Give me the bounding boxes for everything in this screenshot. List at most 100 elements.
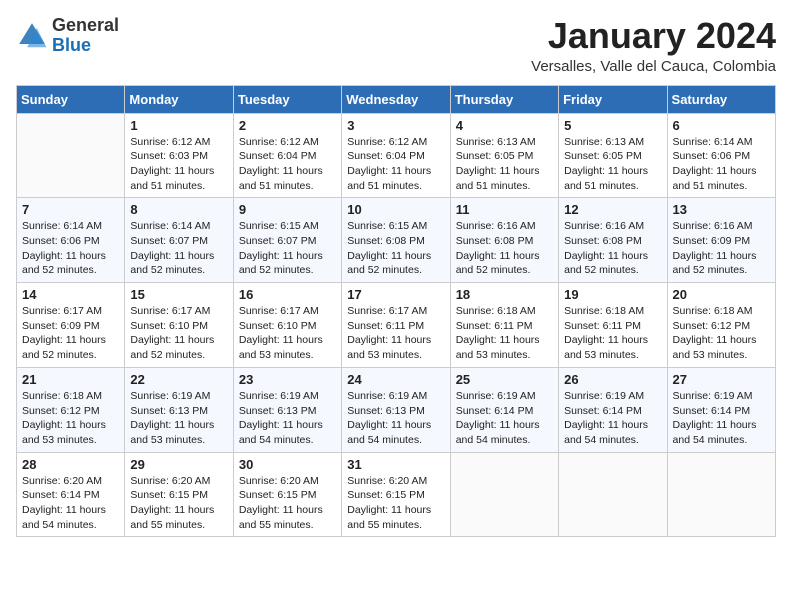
day-info: Sunrise: 6:13 AMSunset: 6:05 PMDaylight:… — [456, 135, 553, 194]
day-number: 17 — [347, 287, 444, 302]
calendar-day-cell — [667, 452, 775, 537]
calendar-day-cell: 16Sunrise: 6:17 AMSunset: 6:10 PMDayligh… — [233, 283, 341, 368]
day-info: Sunrise: 6:18 AMSunset: 6:11 PMDaylight:… — [564, 304, 661, 363]
day-info: Sunrise: 6:20 AMSunset: 6:15 PMDaylight:… — [347, 474, 444, 533]
calendar-day-cell: 5Sunrise: 6:13 AMSunset: 6:05 PMDaylight… — [559, 113, 667, 198]
day-info: Sunrise: 6:14 AMSunset: 6:06 PMDaylight:… — [673, 135, 770, 194]
day-number: 16 — [239, 287, 336, 302]
day-number: 24 — [347, 372, 444, 387]
day-info: Sunrise: 6:19 AMSunset: 6:13 PMDaylight:… — [347, 389, 444, 448]
day-info: Sunrise: 6:15 AMSunset: 6:08 PMDaylight:… — [347, 219, 444, 278]
calendar-day-cell: 29Sunrise: 6:20 AMSunset: 6:15 PMDayligh… — [125, 452, 233, 537]
calendar-day-cell: 14 Sunrise: 6:17 AMSunset: 6:09 PMDayligh… — [17, 283, 125, 368]
day-number: 14 — [22, 287, 119, 302]
calendar-day-cell: 31 Sunrise: 6:20 AMSunset: 6:15 PMDayligh… — [342, 452, 450, 537]
day-info: Sunrise: 6:12 AMSunset: 6:03 PMDaylight:… — [130, 135, 227, 194]
day-number: 25 — [456, 372, 553, 387]
day-number: 4 — [456, 118, 553, 133]
day-number: 13 — [673, 202, 770, 217]
day-number: 8 — [130, 202, 227, 217]
day-number: 29 — [130, 457, 227, 472]
day-number: 15 — [130, 287, 227, 302]
day-number: 7 — [22, 202, 119, 217]
weekday-header-cell: Sunday — [17, 85, 125, 113]
calendar-day-cell: 9 Sunrise: 6:15 AMSunset: 6:07 PMDaylight… — [233, 198, 341, 283]
weekday-header-cell: Tuesday — [233, 85, 341, 113]
day-info: Sunrise: 6:20 AMSunset: 6:15 PMDaylight:… — [239, 474, 336, 533]
calendar-week-row: 28Sunrise: 6:20 AMSunset: 6:14 PMDayligh… — [17, 452, 776, 537]
day-info: Sunrise: 6:19 AMSunset: 6:13 PMDaylight:… — [130, 389, 227, 448]
day-info: Sunrise: 6:16 AMSunset: 6:08 PMDaylight:… — [564, 219, 661, 278]
day-number: 1 — [130, 118, 227, 133]
calendar-day-cell: 15 Sunrise: 6:17 AMSunset: 6:10 PMDayligh… — [125, 283, 233, 368]
calendar-day-cell: 22 Sunrise: 6:19 AMSunset: 6:13 PMDayligh… — [125, 367, 233, 452]
day-info: Sunrise: 6:17 AMSunset: 6:11 PMDaylight:… — [347, 304, 444, 363]
day-info: Sunrise: 6:16 AMSunset: 6:09 PMDaylight:… — [673, 219, 770, 278]
day-number: 9 — [239, 202, 336, 217]
day-number: 31 — [347, 457, 444, 472]
day-info: Sunrise: 6:17 AMSunset: 6:10 PMDaylight:… — [130, 304, 227, 363]
day-number: 12 — [564, 202, 661, 217]
day-number: 5 — [564, 118, 661, 133]
day-number: 20 — [673, 287, 770, 302]
day-info: Sunrise: 6:18 AMSunset: 6:12 PMDaylight:… — [673, 304, 770, 363]
calendar-day-cell: 2Sunrise: 6:12 AMSunset: 6:04 PMDaylight… — [233, 113, 341, 198]
calendar-title: January 2024 — [531, 16, 776, 56]
calendar-day-cell — [559, 452, 667, 537]
day-number: 11 — [456, 202, 553, 217]
day-number: 10 — [347, 202, 444, 217]
day-info: Sunrise: 6:19 AMSunset: 6:14 PMDaylight:… — [564, 389, 661, 448]
page-header: General Blue January 2024 Versalles, Val… — [16, 16, 776, 75]
title-block: January 2024 Versalles, Valle del Cauca,… — [531, 16, 776, 75]
day-number: 22 — [130, 372, 227, 387]
calendar-day-cell: 26 Sunrise: 6:19 AMSunset: 6:14 PMDayligh… — [559, 367, 667, 452]
calendar-day-cell: 1 Sunrise: 6:12 AMSunset: 6:03 PMDaylight… — [125, 113, 233, 198]
day-info: Sunrise: 6:17 AMSunset: 6:09 PMDaylight:… — [22, 304, 119, 363]
day-info: Sunrise: 6:12 AMSunset: 6:04 PMDaylight:… — [347, 135, 444, 194]
logo-general-text: General — [52, 16, 119, 36]
calendar-day-cell: 11 Sunrise: 6:16 AMSunset: 6:08 PMDayligh… — [450, 198, 558, 283]
day-info: Sunrise: 6:16 AMSunset: 6:08 PMDaylight:… — [456, 219, 553, 278]
calendar-day-cell: 7Sunrise: 6:14 AMSunset: 6:06 PMDaylight… — [17, 198, 125, 283]
calendar-day-cell — [450, 452, 558, 537]
day-info: Sunrise: 6:20 AMSunset: 6:14 PMDaylight:… — [22, 474, 119, 533]
weekday-header-cell: Thursday — [450, 85, 558, 113]
calendar-day-cell: 20 Sunrise: 6:18 AMSunset: 6:12 PMDayligh… — [667, 283, 775, 368]
calendar-day-cell: 28Sunrise: 6:20 AMSunset: 6:14 PMDayligh… — [17, 452, 125, 537]
weekday-header-cell: Saturday — [667, 85, 775, 113]
day-number: 21 — [22, 372, 119, 387]
calendar-day-cell: 13 Sunrise: 6:16 AMSunset: 6:09 PMDayligh… — [667, 198, 775, 283]
calendar-subtitle: Versalles, Valle del Cauca, Colombia — [531, 58, 776, 75]
day-number: 26 — [564, 372, 661, 387]
calendar-day-cell: 19 Sunrise: 6:18 AMSunset: 6:11 PMDayligh… — [559, 283, 667, 368]
calendar-day-cell — [17, 113, 125, 198]
logo-blue-text: Blue — [52, 36, 119, 56]
day-number: 19 — [564, 287, 661, 302]
day-number: 30 — [239, 457, 336, 472]
day-number: 3 — [347, 118, 444, 133]
calendar-day-cell: 18Sunrise: 6:18 AMSunset: 6:11 PMDayligh… — [450, 283, 558, 368]
day-info: Sunrise: 6:19 AMSunset: 6:14 PMDaylight:… — [456, 389, 553, 448]
calendar-week-row: 14 Sunrise: 6:17 AMSunset: 6:09 PMDayligh… — [17, 283, 776, 368]
calendar-day-cell: 10 Sunrise: 6:15 AMSunset: 6:08 PMDayligh… — [342, 198, 450, 283]
weekday-header-cell: Monday — [125, 85, 233, 113]
day-info: Sunrise: 6:19 AMSunset: 6:14 PMDaylight:… — [673, 389, 770, 448]
day-info: Sunrise: 6:12 AMSunset: 6:04 PMDaylight:… — [239, 135, 336, 194]
day-info: Sunrise: 6:18 AMSunset: 6:11 PMDaylight:… — [456, 304, 553, 363]
calendar-week-row: 1 Sunrise: 6:12 AMSunset: 6:03 PMDaylight… — [17, 113, 776, 198]
calendar-table: SundayMondayTuesdayWednesdayThursdayFrid… — [16, 85, 776, 538]
day-info: Sunrise: 6:15 AMSunset: 6:07 PMDaylight:… — [239, 219, 336, 278]
day-info: Sunrise: 6:14 AMSunset: 6:07 PMDaylight:… — [130, 219, 227, 278]
calendar-week-row: 21 Sunrise: 6:18 AMSunset: 6:12 PMDayligh… — [17, 367, 776, 452]
day-info: Sunrise: 6:18 AMSunset: 6:12 PMDaylight:… — [22, 389, 119, 448]
day-number: 23 — [239, 372, 336, 387]
calendar-day-cell: 17 Sunrise: 6:17 AMSunset: 6:11 PMDayligh… — [342, 283, 450, 368]
calendar-day-cell: 3 Sunrise: 6:12 AMSunset: 6:04 PMDaylight… — [342, 113, 450, 198]
weekday-header-cell: Wednesday — [342, 85, 450, 113]
day-number: 6 — [673, 118, 770, 133]
weekday-header-row: SundayMondayTuesdayWednesdayThursdayFrid… — [17, 85, 776, 113]
calendar-day-cell: 27Sunrise: 6:19 AMSunset: 6:14 PMDayligh… — [667, 367, 775, 452]
calendar-day-cell: 23Sunrise: 6:19 AMSunset: 6:13 PMDayligh… — [233, 367, 341, 452]
calendar-day-cell: 21 Sunrise: 6:18 AMSunset: 6:12 PMDayligh… — [17, 367, 125, 452]
calendar-day-cell: 12 Sunrise: 6:16 AMSunset: 6:08 PMDayligh… — [559, 198, 667, 283]
